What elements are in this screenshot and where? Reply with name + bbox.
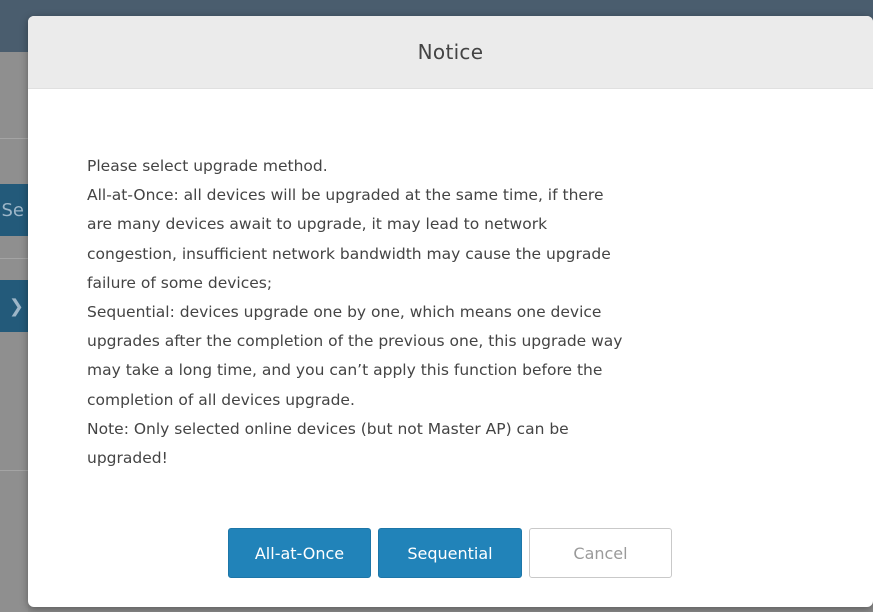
sequential-button[interactable]: Sequential	[378, 528, 522, 578]
background-divider	[0, 138, 28, 139]
message-line: Please select upgrade method.	[87, 157, 328, 175]
message-line: upgrades after the completion of the pre…	[87, 332, 623, 351]
background-divider	[0, 470, 28, 471]
message-line: are many devices await to upgrade, it ma…	[87, 215, 548, 234]
message-line: Note: Only selected online devices (but …	[87, 419, 569, 438]
message-line: may take a long time, and you can’t appl…	[87, 361, 603, 380]
background-button-partial: Se	[0, 184, 28, 236]
message-line: upgraded!	[87, 449, 168, 468]
message-line: congestion, insufficient network bandwid…	[87, 244, 611, 263]
all-at-once-button[interactable]: All-at-Once	[228, 528, 371, 578]
dialog-message: Please select upgrade method. All-at-Onc…	[87, 152, 817, 473]
message-line: Sequential: devices upgrade one by one, …	[87, 303, 602, 322]
background-chevron-icon: ❯	[0, 280, 28, 332]
dialog-actions: All-at-Once Sequential Cancel	[228, 528, 672, 578]
background-side-strip	[0, 52, 28, 612]
cancel-button[interactable]: Cancel	[529, 528, 672, 578]
notice-dialog: Notice Please select upgrade method. All…	[28, 16, 873, 607]
dialog-title: Notice	[417, 40, 484, 64]
background-divider	[0, 258, 28, 259]
message-line: completion of all devices upgrade.	[87, 390, 355, 409]
dialog-header: Notice	[28, 16, 873, 89]
message-line: failure of some devices;	[87, 273, 273, 292]
message-line: All-at-Once: all devices will be upgrade…	[87, 186, 604, 205]
